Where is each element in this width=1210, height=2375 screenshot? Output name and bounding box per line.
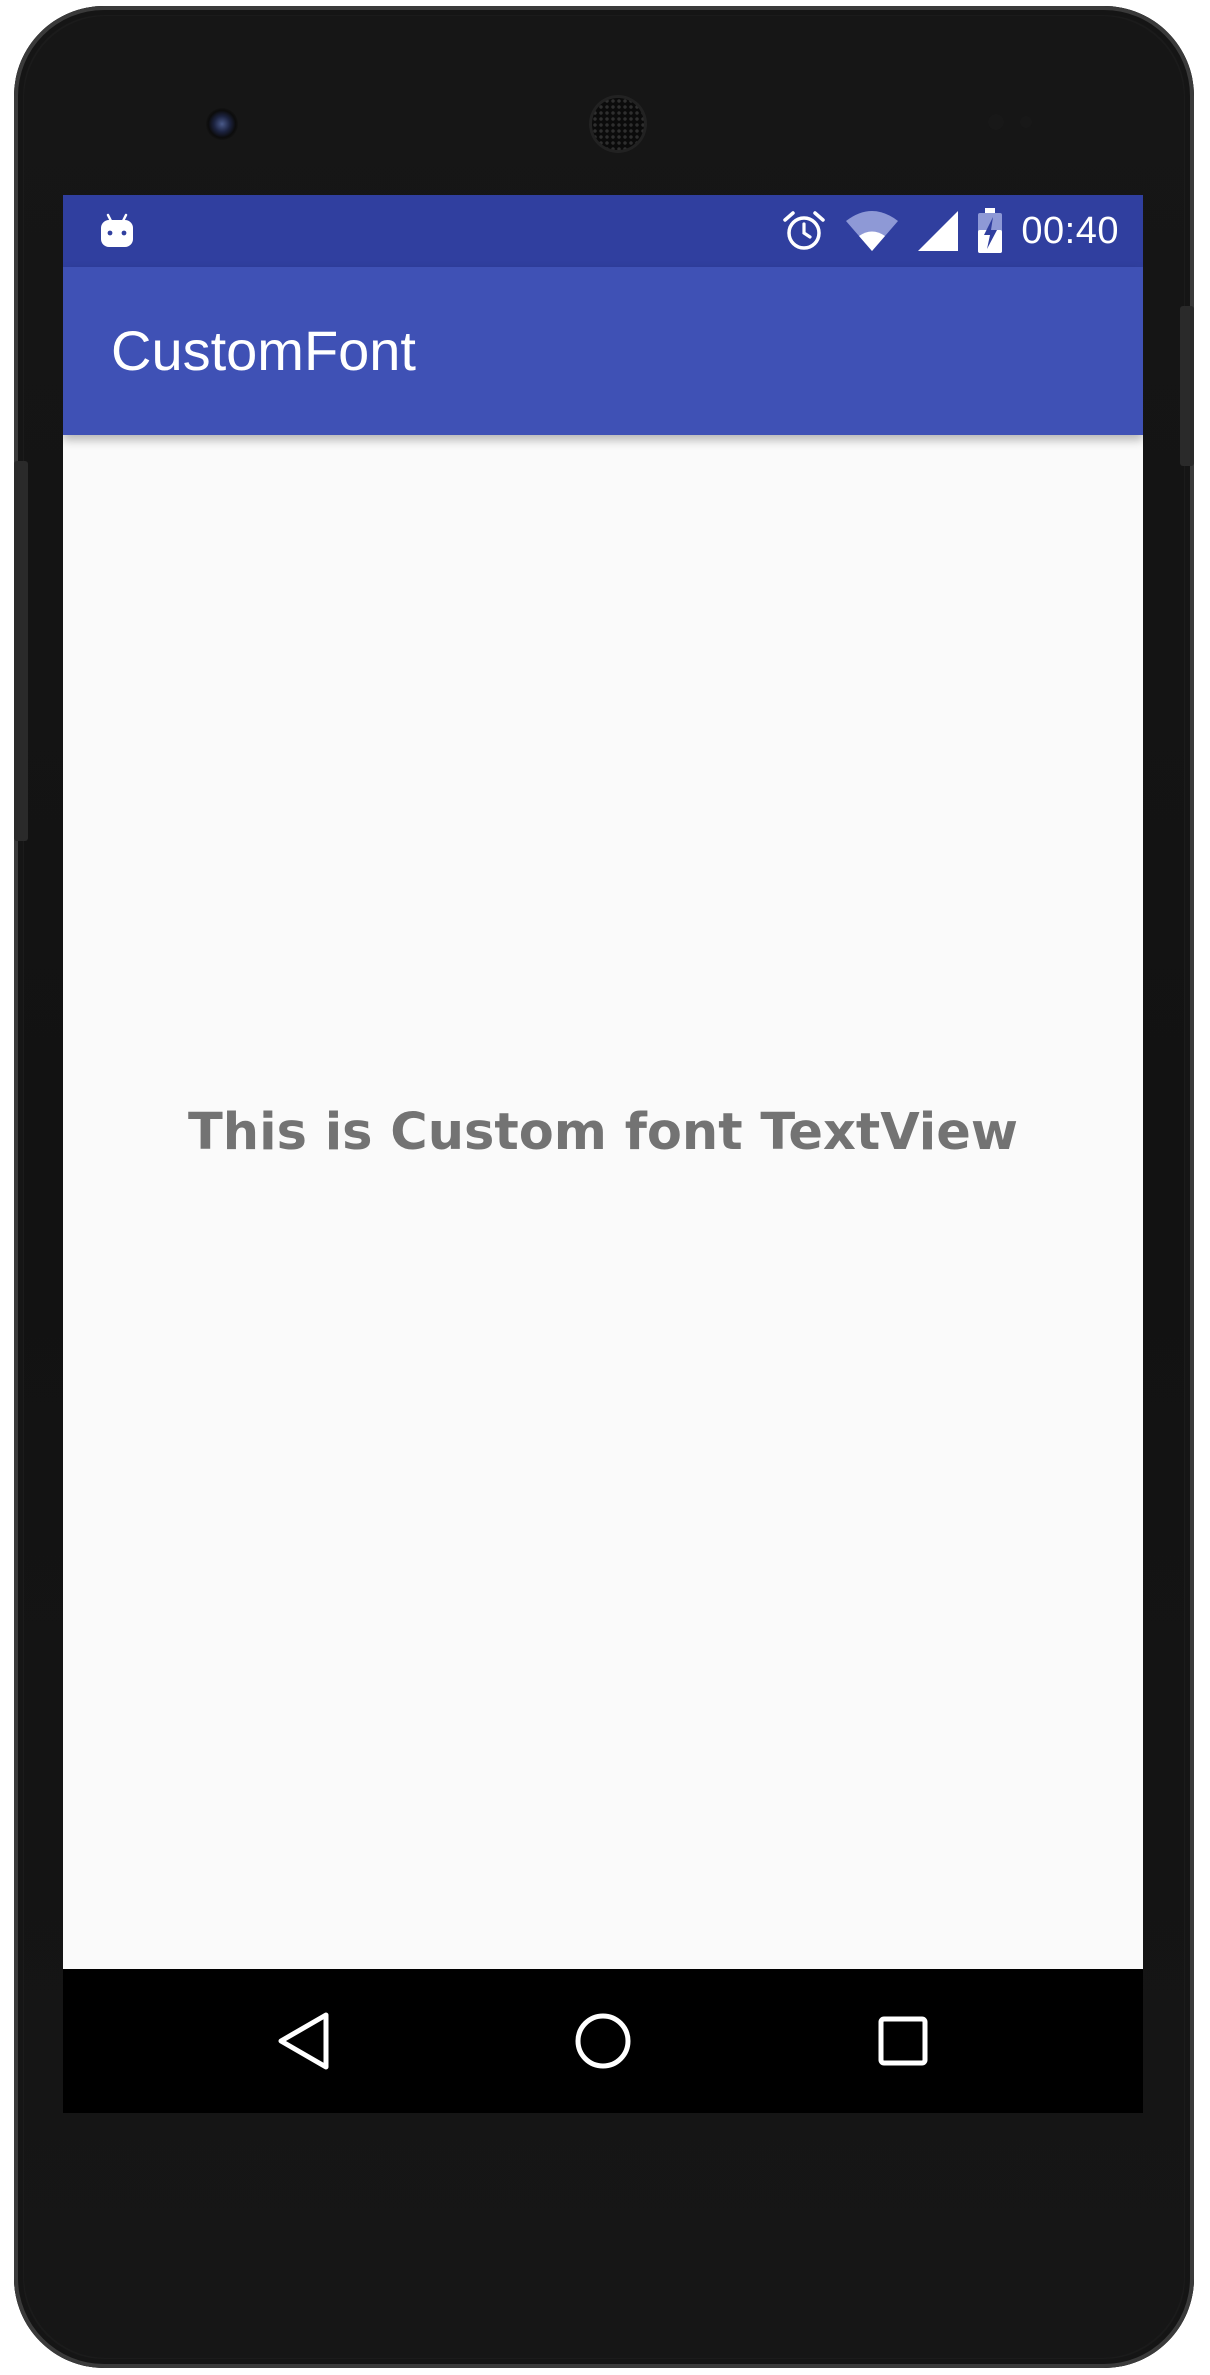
wifi-icon xyxy=(845,210,899,252)
alarm-icon xyxy=(781,208,827,254)
volume-button xyxy=(14,461,28,841)
home-icon xyxy=(575,2013,631,2069)
front-camera xyxy=(206,108,238,140)
back-button[interactable] xyxy=(269,2007,337,2075)
power-button xyxy=(1180,306,1194,466)
app-title: CustomFont xyxy=(111,319,416,382)
navigation-bar xyxy=(63,1969,1143,2113)
device-screen: 00:40 CustomFont This is Custom font Tex… xyxy=(63,195,1143,2113)
app-toolbar: CustomFont xyxy=(63,267,1143,435)
recents-icon xyxy=(878,2016,928,2066)
status-bar: 00:40 xyxy=(63,195,1143,267)
custom-font-textview: This is Custom font TextView xyxy=(188,1102,1018,1162)
recents-button[interactable] xyxy=(869,2007,937,2075)
android-icon xyxy=(99,213,135,249)
main-content: This is Custom font TextView xyxy=(63,435,1143,1969)
earpiece-speaker xyxy=(592,98,644,150)
back-icon xyxy=(278,2012,329,2070)
home-button[interactable] xyxy=(569,2007,637,2075)
battery-charging-icon xyxy=(977,208,1003,254)
status-clock: 00:40 xyxy=(1021,209,1119,252)
proximity-sensor xyxy=(988,114,1004,130)
status-icons: 00:40 xyxy=(781,195,1119,267)
light-sensor xyxy=(1020,116,1032,128)
cell-signal-icon xyxy=(917,210,959,252)
